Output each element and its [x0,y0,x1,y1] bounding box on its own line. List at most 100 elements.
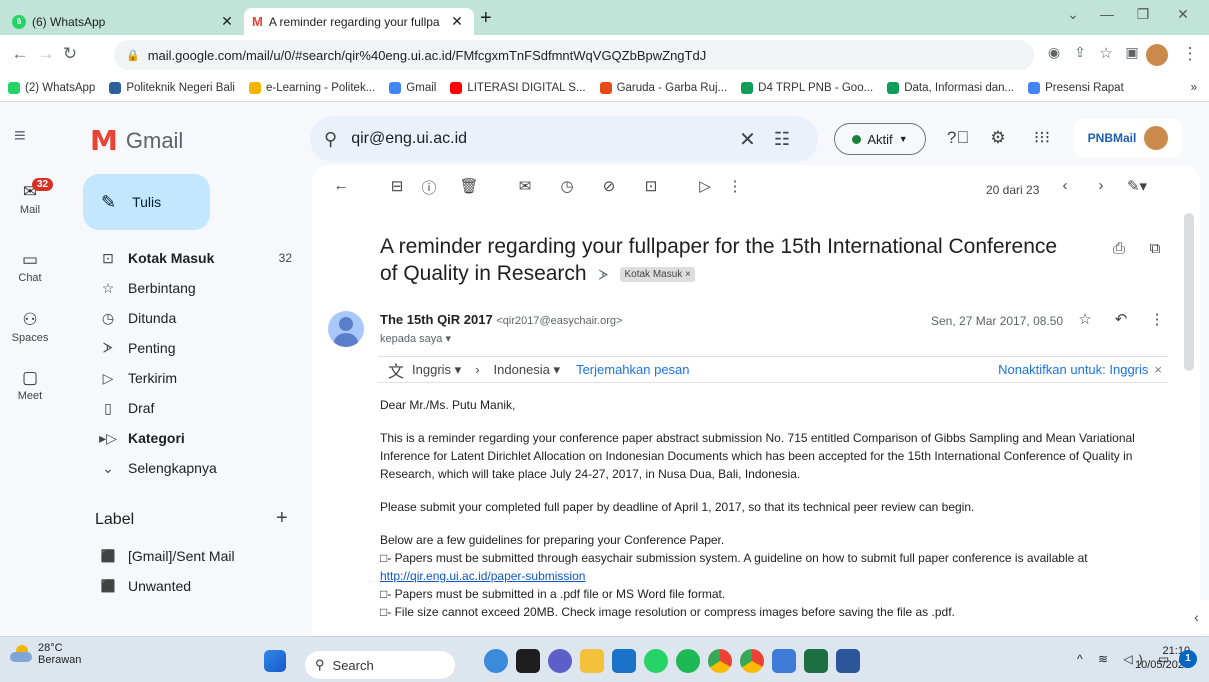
clear-search-icon[interactable]: ✕ [739,127,756,152]
rail-meet[interactable]: ▢ Meet [0,368,60,402]
disable-translate-link[interactable]: Nonaktifkan untuk: Inggris [998,362,1148,377]
source-language-select[interactable]: Inggris ▾ [412,362,461,378]
close-tab-icon[interactable]: ✕ [448,13,466,30]
folder-sent[interactable]: ▷ Terkirim [84,363,310,393]
folder-important[interactable]: ᗆ Penting [84,333,310,363]
target-language-select[interactable]: Indonesia ▾ [494,362,561,378]
restore-button[interactable]: ❐ [1128,6,1158,23]
sender[interactable]: The 15th QiR 2017 <qir2017@easychair.org… [380,312,622,327]
share-icon[interactable]: ⇪ [1070,44,1090,61]
label-icon[interactable]: ▷ [694,177,716,195]
more-icon[interactable]: ⋮ [1146,310,1168,328]
rail-spaces[interactable]: ⚇ Spaces [0,310,60,344]
search-options-icon[interactable]: ☷ [774,129,790,150]
inbox-chip[interactable]: Kotak Masuk × [620,266,695,282]
paper-submission-link[interactable]: http://qir.eng.ui.ac.id/paper-submission [380,567,1165,585]
search-input[interactable]: qir@eng.ui.ac.id [351,130,739,148]
more-bookmarks-button[interactable]: » [1191,82,1197,94]
back-to-list-icon[interactable]: ← [330,177,352,194]
forward-icon[interactable]: → [36,44,56,64]
eye-icon[interactable]: ◉ [1044,44,1064,61]
older-icon[interactable]: › [1090,177,1112,194]
snooze-icon[interactable]: ◷ [556,177,578,195]
bing-icon[interactable] [484,649,508,673]
bookmark[interactable]: e-Learning - Politek... [248,81,375,94]
sidebar-icon[interactable]: ▣ [1122,44,1142,61]
tab-whatsapp[interactable]: 6 (6) WhatsApp ✕ [4,8,244,35]
archive-icon[interactable]: ⊟ [386,177,408,195]
settings-gear-icon[interactable]: ⚙ [986,128,1010,148]
bookmark[interactable]: D4 TRPL PNB - Goo... [741,81,873,94]
folder-drafts[interactable]: ▯ Draf [84,393,310,423]
close-window-button[interactable]: ✕ [1168,6,1198,23]
reply-icon[interactable]: ↶ [1110,310,1132,328]
bookmark[interactable]: (2) WhatsApp [8,81,95,94]
notepad-icon[interactable] [772,649,796,673]
tab-search-icon[interactable]: ⌄ [1058,6,1088,23]
rail-chat[interactable]: ▭ Chat [0,250,60,284]
translate-message-link[interactable]: Terjemahkan pesan [576,362,689,377]
bookmark[interactable]: Garuda - Garba Ruj... [599,81,727,94]
back-icon[interactable]: ← [10,44,30,64]
word-icon[interactable] [836,649,860,673]
scrollbar-thumb[interactable] [1184,213,1194,371]
bookmark[interactable]: Presensi Rapat [1028,81,1124,94]
label-unwanted[interactable]: ⬛ Unwanted [84,571,310,601]
report-spam-icon[interactable]: ⓘ [418,177,440,198]
browser-menu-icon[interactable]: ⋮ [1180,44,1200,64]
input-tools-icon[interactable]: ✎▾ [1126,177,1148,195]
add-task-icon[interactable]: ⊘ [598,177,620,195]
tab-gmail[interactable]: M A reminder regarding your fullpa ✕ [244,8,474,35]
folder-categories[interactable]: ▸▷ Kategori [84,423,310,453]
delete-icon[interactable]: 🗑 [458,177,480,195]
mail-app-icon[interactable] [612,649,636,673]
main-menu-icon[interactable]: ≡ [14,125,26,148]
windows-start-icon[interactable] [264,650,286,672]
star-icon[interactable]: ☆ [1074,310,1096,328]
status-selector[interactable]: Aktif ▼ [834,123,926,155]
folder-snoozed[interactable]: ◷ Ditunda [84,303,310,333]
add-label-button[interactable]: + [276,507,288,530]
important-marker-icon[interactable]: ᗆ [598,267,608,283]
search-icon[interactable]: ⚲ [324,129,337,150]
weather-widget[interactable]: 28°C Berawan [10,642,81,666]
file-explorer-icon[interactable] [580,649,604,673]
chrome-icon[interactable] [708,649,732,673]
whatsapp-icon[interactable] [644,649,668,673]
gmail-logo[interactable]: M Gmail [90,124,183,157]
bookmark[interactable]: Politeknik Negeri Bali [109,81,235,94]
close-tab-icon[interactable]: ✕ [218,13,236,30]
chrome-profile-icon[interactable] [740,649,764,673]
address-bar[interactable]: 🔒 mail.google.com/mail/u/0/#search/qir%4… [114,40,1034,70]
account-brand-logo[interactable]: PNBMail [1074,119,1182,157]
reload-icon[interactable]: ↻ [60,44,80,64]
apps-grid-icon[interactable]: ⁝⁝⁝ [1030,128,1054,148]
recipient-details[interactable]: kepada saya ▾ [380,332,451,345]
notification-badge[interactable]: 1 [1179,650,1197,668]
minimize-button[interactable]: — [1092,6,1122,22]
teams-icon[interactable] [548,649,572,673]
bookmark[interactable]: Gmail [389,81,436,94]
spotify-icon[interactable] [676,649,700,673]
profile-avatar[interactable] [1146,44,1168,66]
compose-button[interactable]: ✎ Tulis [83,174,210,230]
taskbar-search[interactable]: ⚲ Search [305,651,455,679]
star-bookmark-icon[interactable]: ☆ [1096,44,1116,62]
task-view-icon[interactable] [516,649,540,673]
move-to-icon[interactable]: ⊡ [640,177,662,195]
search-bar[interactable]: ⚲ qir@eng.ui.ac.id ✕ ☷ [310,116,818,162]
close-icon[interactable]: × [1154,362,1162,377]
mark-unread-icon[interactable]: ✉ [514,177,536,195]
show-side-panel-button[interactable]: ‹ [1184,600,1209,634]
print-icon[interactable]: ⎙ [1108,240,1130,257]
label-sent-mail[interactable]: ⬛ [Gmail]/Sent Mail [84,541,310,571]
bookmark[interactable]: Data, Informasi dan... [887,81,1014,94]
newer-icon[interactable]: ‹ [1054,177,1076,194]
bookmark[interactable]: LITERASI DIGITAL S... [450,81,586,94]
excel-icon[interactable] [804,649,828,673]
new-tab-button[interactable]: + [480,7,492,30]
help-icon[interactable]: ?⃝ [946,128,970,148]
sender-avatar[interactable] [328,311,364,347]
more-icon[interactable]: ⋮ [724,177,746,195]
open-new-window-icon[interactable]: ⧉ [1144,240,1166,257]
